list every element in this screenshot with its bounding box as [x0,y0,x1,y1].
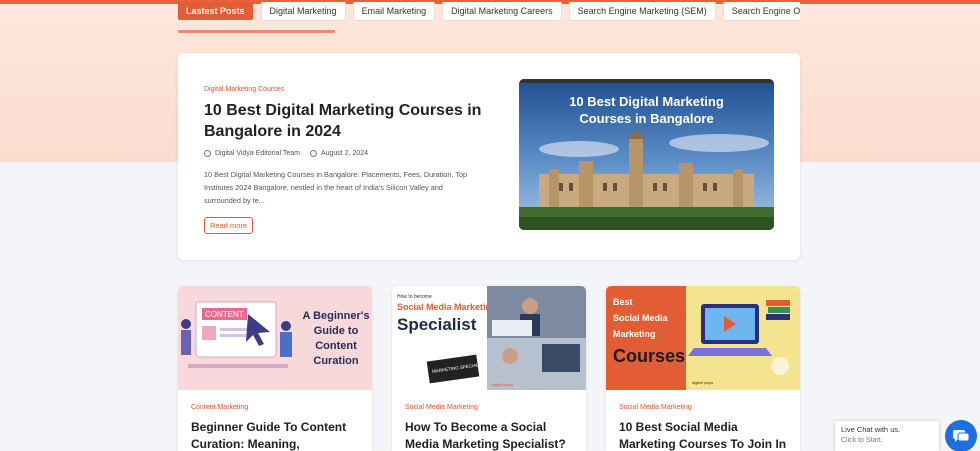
card-thumbnail[interactable]: Best Social Media Marketing Courses digi… [606,286,800,390]
active-tab-indicator [178,30,335,33]
featured-post-card: Digital Marketing Courses 10 Best Digita… [178,53,800,260]
card-thumbnail[interactable]: How to become Social Media Marketing Spe… [392,286,586,390]
read-more-button[interactable]: Read more [204,217,254,234]
card-category[interactable]: Social Media Marketing [619,404,692,411]
card-title[interactable]: Beginner Guide To Content Curation: Mean… [191,419,363,451]
tab-digital-marketing[interactable]: Digital Marketing [261,2,345,20]
post-card-smm-courses[interactable]: Best Social Media Marketing Courses digi… [606,286,800,451]
category-tabs: Lastest Posts Digital Marketing Email Ma… [178,2,800,22]
card-thumbnail-line1: Social Media Marketing [397,302,497,312]
card-thumbnail-line3: Marketing [613,329,656,339]
post-card-smm-specialist[interactable]: How to become Social Media Marketing Spe… [392,286,586,451]
tab-latest-posts[interactable]: Lastest Posts [178,2,253,20]
card-thumbnail-line2: Guide to [314,325,359,337]
chat-icon[interactable] [945,420,977,451]
featured-image[interactable]: 10 Best Digital Marketing Courses in Ban… [519,79,774,230]
card-thumbnail-line4: Courses [613,346,685,366]
featured-category[interactable]: Digital Marketing Courses [204,86,284,93]
tab-digital-marketing-careers[interactable]: Digital Marketing Careers [443,2,561,20]
featured-author: Digital Vidya Editorial Team [215,150,300,157]
chat-title: Live Chat with us. [841,425,901,434]
card-thumbnail[interactable]: CONTENT A Beginner's Guide to Content Cu… [178,286,372,390]
featured-image-line1: 10 Best Digital Marketing [569,94,724,109]
card-thumbnail-line2: Specialist [397,315,477,334]
featured-excerpt: 10 Best Digital Marketing Courses in Ban… [204,170,468,205]
card-thumbnail-logo: digital vidya [492,382,514,387]
card-thumbnail-line1: A Beginner's [303,310,370,322]
card-thumbnail-line1: Best [613,297,633,307]
card-title[interactable]: 10 Best Social Media Marketing Courses T… [619,419,791,451]
card-thumbnail-line3: Content [315,340,357,352]
post-card-content-curation[interactable]: CONTENT A Beginner's Guide to Content Cu… [178,286,372,451]
featured-date: August 2, 2024 [320,150,369,157]
tab-seo[interactable]: Search Engine Optim [723,2,800,20]
clock-icon [309,150,317,157]
card-thumbnail-line2: Social Media [613,313,669,323]
chat-subtitle: Click to Start. [841,437,883,444]
featured-meta: Digital Vidya Editorial Team August 2, 2… [204,150,368,157]
tab-email-marketing[interactable]: Email Marketing [353,2,435,20]
live-chat-widget[interactable]: Live Chat with us. Click to Start. [835,421,939,451]
card-title[interactable]: How To Become a Social Media Marketing S… [405,419,577,451]
card-category[interactable]: Content Marketing [191,404,248,411]
featured-title[interactable]: 10 Best Digital Marketing Courses in Ban… [204,100,484,142]
card-thumbnail-kicker: How to become [397,294,432,300]
card-category[interactable]: Social Media Marketing [405,404,478,411]
tab-sem[interactable]: Search Engine Marketing (SEM) [569,2,715,20]
card-thumbnail-line4: Curation [313,355,359,367]
author-icon [204,150,211,157]
card-thumbnail-badge: CONTENT [205,310,244,319]
card-thumbnail-logo: digital vidya [692,380,714,385]
featured-image-line2: Courses in Bangalore [579,111,713,126]
